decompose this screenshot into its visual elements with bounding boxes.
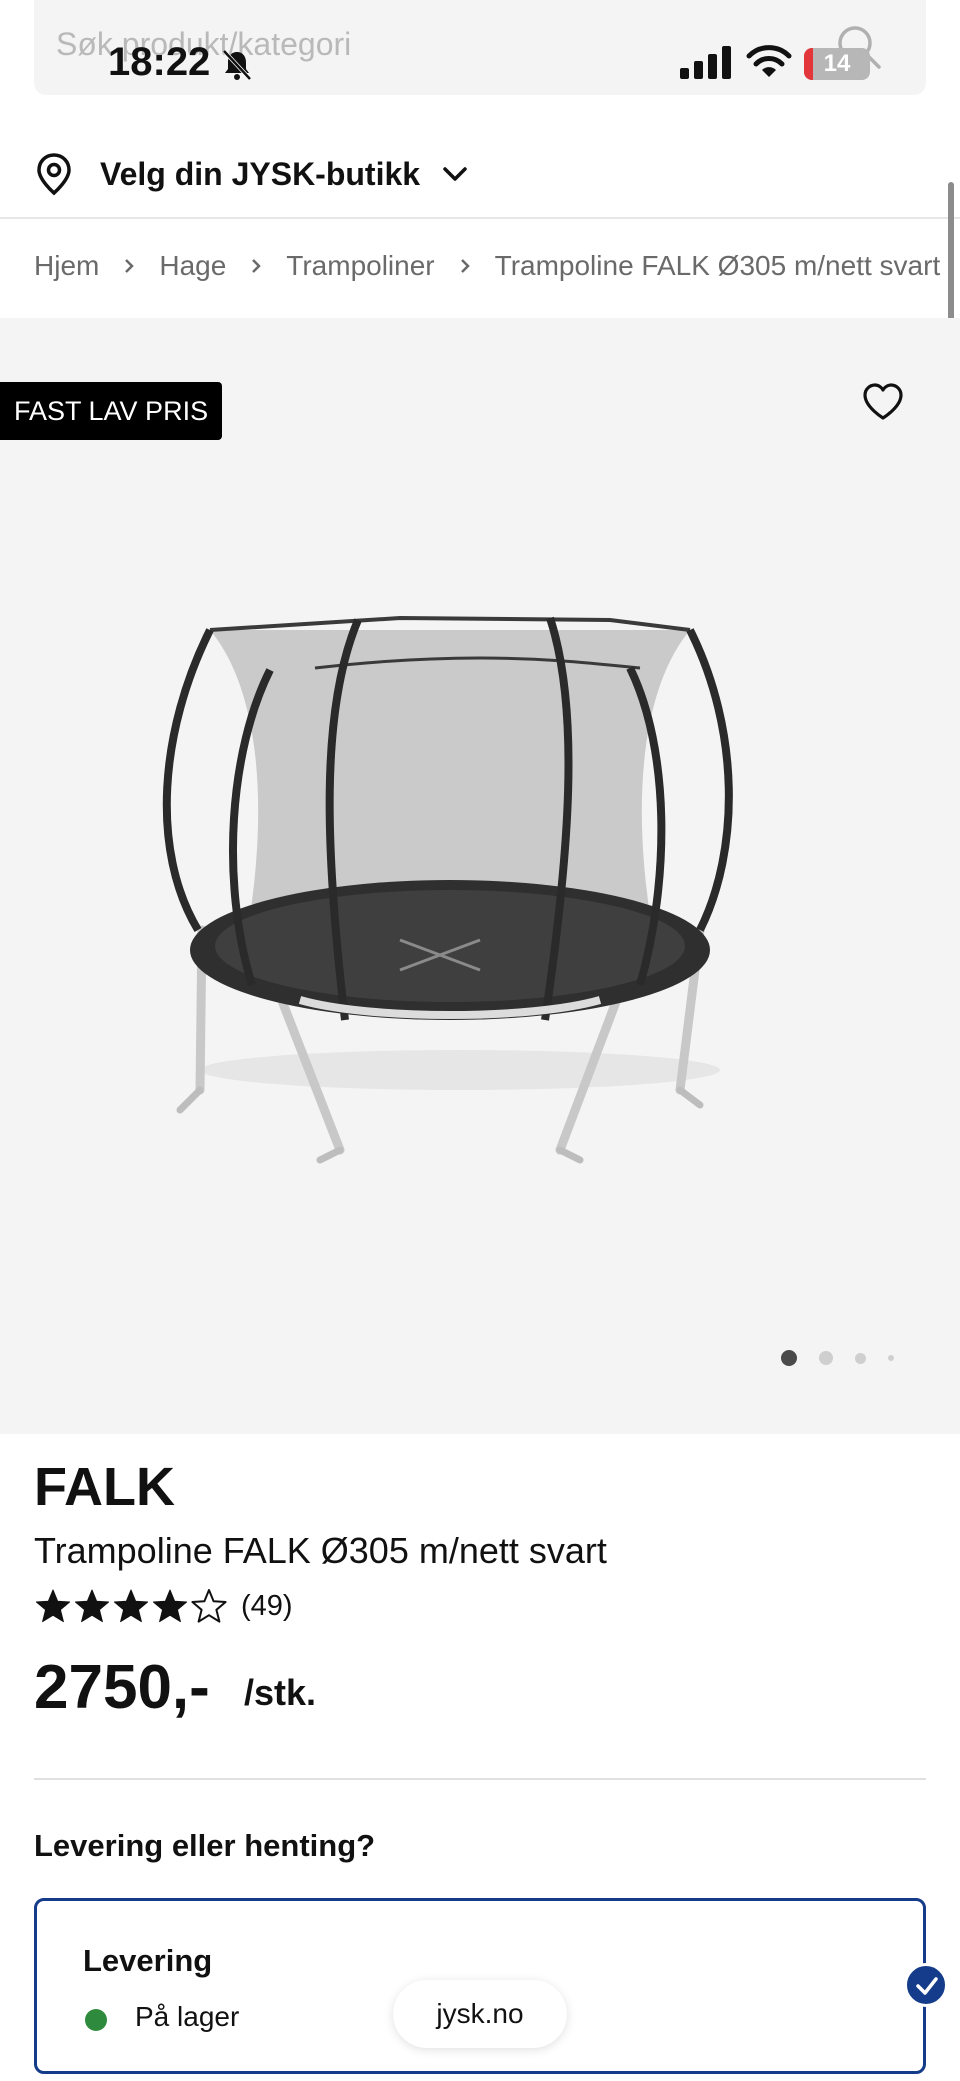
carousel-dot[interactable] <box>819 1351 833 1365</box>
breadcrumb-item-hage[interactable]: Hage <box>159 250 226 282</box>
delivery-question: Levering eller henting? <box>34 1828 376 1863</box>
breadcrumb-item-trampoliner[interactable]: Trampoliner <box>286 250 434 282</box>
browser-url-pill[interactable]: jysk.no <box>393 1980 567 2048</box>
store-label: Velg din JYSK-butikk <box>100 155 421 192</box>
breadcrumb: Hjem Hage Trampoliner Trampoline FALK Ø3… <box>34 250 940 282</box>
review-count[interactable]: (49) <box>241 1590 293 1623</box>
product-gallery[interactable]: FAST LAV PRIS <box>0 318 960 1434</box>
battery-percent: 14 <box>823 50 851 77</box>
stock-status-dot <box>85 2009 107 2031</box>
breadcrumb-item-hjem[interactable]: Hjem <box>34 250 99 282</box>
rating[interactable]: (49) <box>34 1588 293 1624</box>
status-time: 18:22 <box>108 40 211 84</box>
carousel-dots[interactable] <box>759 1350 894 1366</box>
product-name: Trampoline FALK Ø305 m/nett svart <box>34 1530 607 1571</box>
muted-bell-icon <box>222 49 252 81</box>
trampoline-product-image[interactable] <box>140 550 830 1210</box>
product-price: 2750,- <box>34 1653 210 1722</box>
delivery-option-title: Levering <box>83 1943 213 1978</box>
divider <box>0 217 960 219</box>
chevron-right-icon <box>252 259 262 273</box>
star-filled-icon <box>35 1589 71 1623</box>
rating-stars <box>34 1588 229 1624</box>
location-pin-icon <box>37 153 71 196</box>
chevron-right-icon <box>125 259 135 273</box>
chevron-down-icon <box>443 167 467 181</box>
star-filled-icon <box>74 1589 110 1623</box>
star-filled-icon <box>152 1589 188 1623</box>
divider <box>34 1778 926 1780</box>
carousel-dot[interactable] <box>781 1350 797 1366</box>
carousel-dot[interactable] <box>888 1355 894 1361</box>
store-selector[interactable]: Velg din JYSK-butikk <box>34 148 470 200</box>
heart-icon[interactable] <box>862 382 904 422</box>
breadcrumb-item-current: Trampoline FALK Ø305 m/nett svart <box>494 250 941 281</box>
price-badge: FAST LAV PRIS <box>0 382 223 440</box>
selected-check-icon <box>904 1963 948 2007</box>
carousel-dot[interactable] <box>855 1352 866 1364</box>
cellular-signal-icon <box>680 46 731 79</box>
star-filled-icon <box>113 1589 149 1623</box>
price-unit: /stk. <box>244 1672 317 1713</box>
stock-status: På lager <box>135 2001 240 2032</box>
product-brand: FALK <box>34 1457 175 1517</box>
battery-indicator: 14 <box>804 48 870 80</box>
chevron-right-icon <box>460 259 470 273</box>
wifi-icon <box>746 45 792 77</box>
star-empty-icon <box>191 1589 227 1623</box>
